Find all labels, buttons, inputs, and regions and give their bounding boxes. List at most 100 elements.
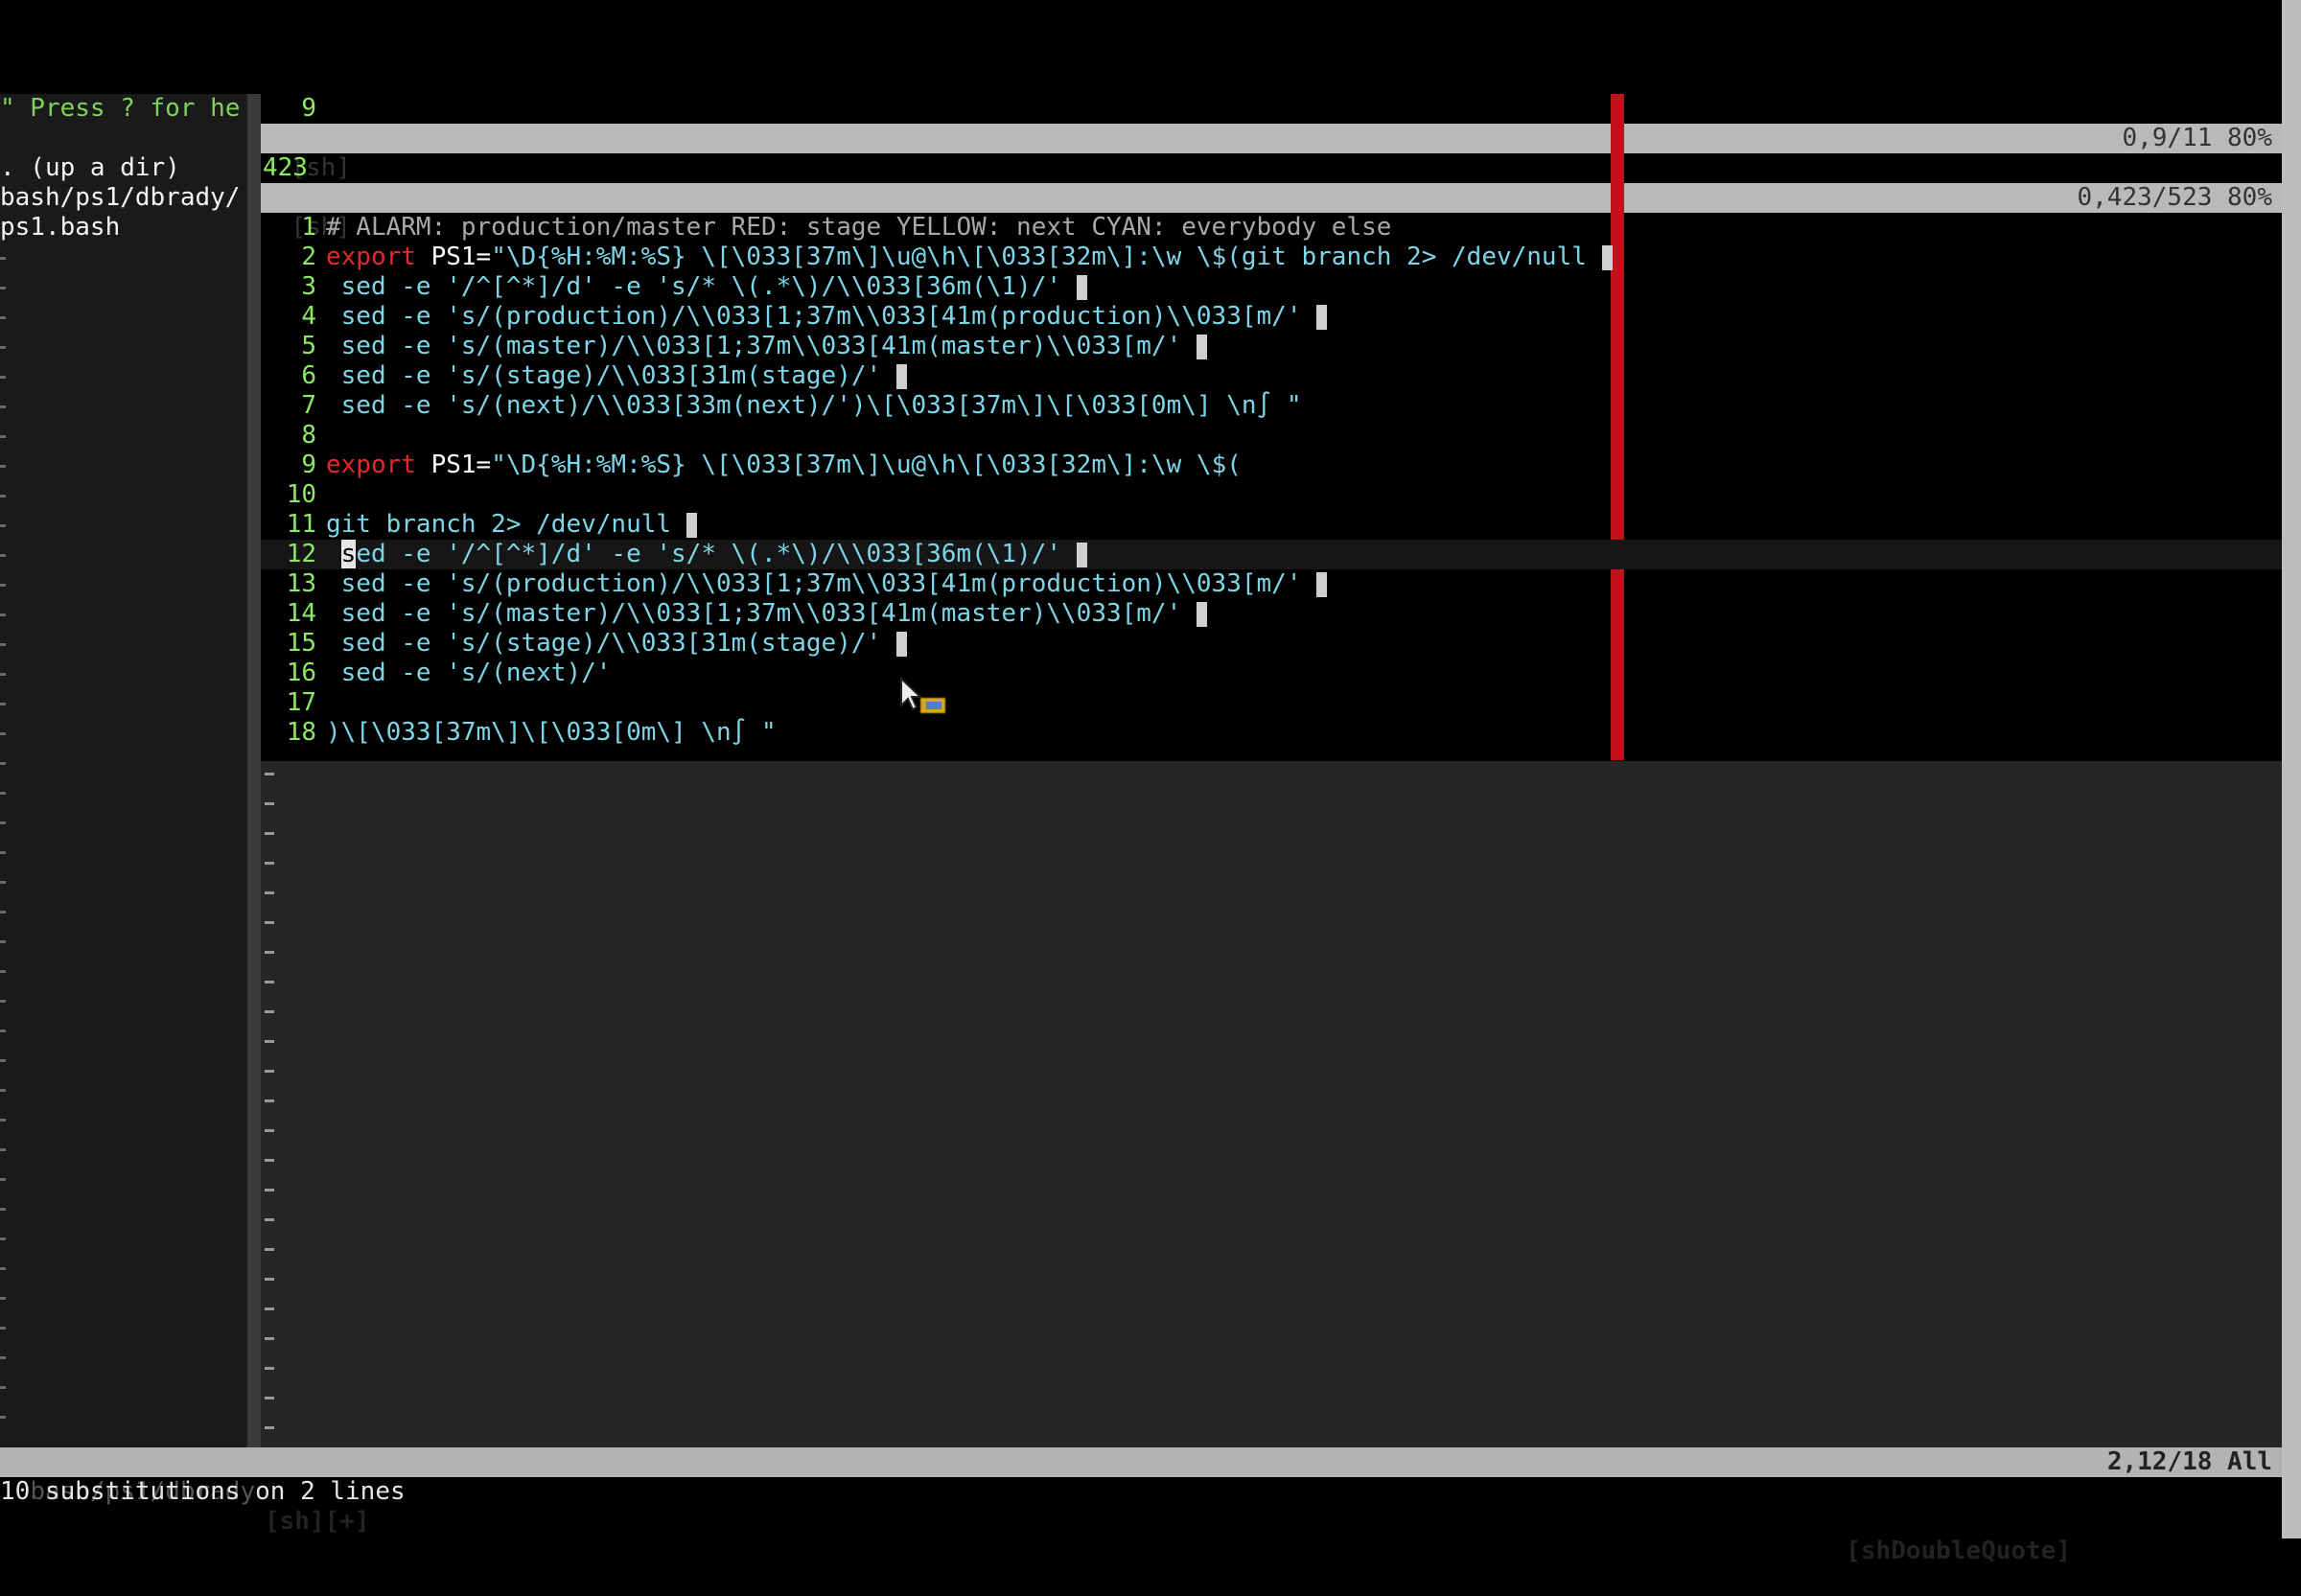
explorer-empty-line-marker (0, 1237, 6, 1240)
explorer-empty-line-marker (0, 1208, 6, 1211)
explorer-empty-line-marker (0, 643, 6, 646)
explorer-empty-line-marker (0, 970, 6, 973)
explorer-empty-line-marker (0, 762, 6, 765)
code-line[interactable]: export PS1="\D{%H:%M:%S} \[\033[37m\]\u@… (326, 451, 1242, 480)
empty-line-marker (265, 891, 274, 894)
empty-line-marker (265, 1159, 274, 1162)
statusline-file-flags: [sh][+] (265, 1507, 370, 1536)
code-token: sed -e 's/(master)/\\033[1;37m\\033[41m(… (326, 332, 1197, 360)
empty-line-marker (265, 951, 274, 954)
explorer-empty-line-marker (0, 257, 6, 260)
explorer-empty-line-marker (0, 524, 6, 527)
code-token: sed -e 's/(production)/\\033[1;37m\\033[… (326, 569, 1317, 598)
buffer-empty-area (261, 761, 2282, 1447)
code-token: # ALARM: production/master RED: stage YE… (326, 213, 1392, 242)
empty-line-marker (265, 1397, 274, 1399)
code-line[interactable]: export PS1="\D{%H:%M:%S} \[\033[37m\]\u@… (326, 243, 1613, 272)
window-scrollbar[interactable] (2282, 0, 2301, 1538)
top-window-statusline[interactable]: [sh] 0,9/11 80% (261, 124, 2282, 182)
middle-window-line-number: 423 (263, 153, 308, 182)
line-continuation-marker (1076, 274, 1087, 300)
code-token: sed -e 's/(stage)/\\033[31m(stage)/' (326, 361, 896, 390)
line-number: 3 (301, 272, 316, 301)
statusline-syntax-group: [shDoubleQuote] (1846, 1537, 2071, 1565)
line-continuation-marker (1076, 542, 1087, 567)
empty-line-marker (265, 1189, 274, 1191)
explorer-empty-line-marker (0, 821, 6, 824)
middle-window-statusline[interactable]: [sh] 0,423/523 80% (261, 183, 2282, 242)
command-line-message: 10 substitutions on 2 lines (0, 1477, 406, 1506)
code-token: export (326, 243, 416, 271)
explorer-empty-line-marker (0, 1059, 6, 1062)
line-continuation-marker (1316, 304, 1328, 330)
vertical-split-divider[interactable] (247, 94, 261, 1447)
code-line[interactable]: )\[\033[37m\]\[\033[0m\] \n∫ " (326, 718, 777, 748)
code-line[interactable]: git branch 2> /dev/null (326, 510, 697, 540)
empty-line-marker (265, 1307, 274, 1310)
empty-line-marker (265, 1337, 274, 1340)
line-number: 6 (301, 361, 316, 390)
empty-line-marker (265, 1367, 274, 1370)
explorer-empty-line-marker (0, 911, 6, 914)
explorer-empty-line-marker (0, 1297, 6, 1300)
explorer-empty-line-marker (0, 1267, 6, 1270)
code-token: sed -e '/^[^*]/d' -e 's/* \(.*\)/\\033[3… (326, 272, 1077, 301)
code-line[interactable]: sed -e 's/(next)/' (326, 659, 626, 688)
empty-line-marker (265, 1040, 274, 1043)
code-token: PS1= (415, 451, 492, 479)
empty-line-marker (265, 1248, 274, 1251)
code-token: "\D{%H:%M:%S} \[\033[37m\]\u@\h\[\033[32… (491, 451, 1242, 479)
code-token: sed -e 's/(stage)/\\033[31m(stage)/' (326, 629, 896, 658)
line-number: 16 (286, 659, 316, 687)
line-continuation-marker (895, 363, 907, 389)
explorer-up-dir[interactable]: . (up a dir) (0, 153, 180, 183)
code-line[interactable]: sed -e 's/(production)/\\033[1;37m\\033[… (326, 302, 1328, 332)
line-number: 13 (286, 569, 316, 598)
code-token: export (326, 451, 416, 479)
explorer-empty-line-marker (0, 435, 6, 438)
explorer-empty-line-marker (0, 346, 6, 349)
code-line[interactable]: sed -e 's/(master)/\\033[1;37m\\033[41m(… (326, 332, 1207, 361)
line-number: 1 (301, 213, 316, 242)
explorer-empty-line-marker (0, 376, 6, 379)
empty-line-marker (265, 862, 274, 865)
code-line[interactable]: sed -e 's/(master)/\\033[1;37m\\033[41m(… (326, 599, 1207, 629)
line-number: 17 (286, 688, 316, 717)
empty-line-marker (265, 1426, 274, 1429)
code-line[interactable]: sed -e '/^[^*]/d' -e 's/* \(.*\)/\\033[3… (326, 272, 1087, 302)
main-statusline[interactable]: bash/ps1/dbrady [sh][+] [shDoubleQuote] … (0, 1447, 2282, 1565)
empty-line-marker (265, 832, 274, 835)
code-token: sed -e 's/(next)/\\033[33m(next)/')\[\03… (326, 391, 1302, 420)
line-continuation-marker (895, 631, 907, 657)
code-token: ed -e '/^[^*]/d' -e 's/* \(.*\)/\\033[36… (356, 540, 1077, 568)
explorer-empty-line-marker (0, 703, 6, 705)
code-line[interactable]: # ALARM: production/master RED: stage YE… (326, 213, 1391, 243)
code-line[interactable]: sed -e '/^[^*]/d' -e 's/* \(.*\)/\\033[3… (326, 540, 1087, 569)
middle-window-position: 0,423/523 80% (2077, 183, 2273, 212)
explorer-empty-line-marker (0, 881, 6, 884)
line-number: 8 (301, 421, 316, 450)
explorer-file-item[interactable]: ps1.bash (0, 213, 120, 243)
explorer-empty-line-marker (0, 465, 6, 468)
explorer-empty-line-marker (0, 792, 6, 795)
line-number: 10 (286, 480, 316, 509)
color-column-marker (1611, 94, 1624, 760)
empty-line-marker (265, 773, 274, 775)
line-continuation-marker (1601, 244, 1613, 270)
code-token: sed -e 's/(master)/\\033[1;37m\\033[41m(… (326, 599, 1197, 628)
explorer-empty-line-marker (0, 1416, 6, 1419)
top-window-line-number: 9 (301, 94, 316, 123)
code-line[interactable]: sed -e 's/(production)/\\033[1;37m\\033[… (326, 569, 1328, 599)
explorer-current-dir[interactable]: bash/ps1/dbrady/ (0, 183, 240, 213)
line-number: 18 (286, 718, 316, 747)
top-window-position: 0,9/11 80% (2122, 124, 2272, 152)
explorer-empty-line-marker (0, 405, 6, 408)
code-line[interactable]: sed -e 's/(next)/\\033[33m(next)/')\[\03… (326, 391, 1302, 421)
code-token: sed -e 's/(next)/' (326, 659, 627, 687)
code-line[interactable]: sed -e 's/(stage)/\\033[31m(stage)/' (326, 629, 907, 659)
line-number: 15 (286, 629, 316, 658)
explorer-empty-line-marker (0, 1148, 6, 1151)
empty-line-marker (265, 1010, 274, 1013)
code-line[interactable]: sed -e 's/(stage)/\\033[31m(stage)/' (326, 361, 907, 391)
code-token: )\[\033[37m\]\[\033[0m\] \n∫ " (326, 718, 777, 747)
